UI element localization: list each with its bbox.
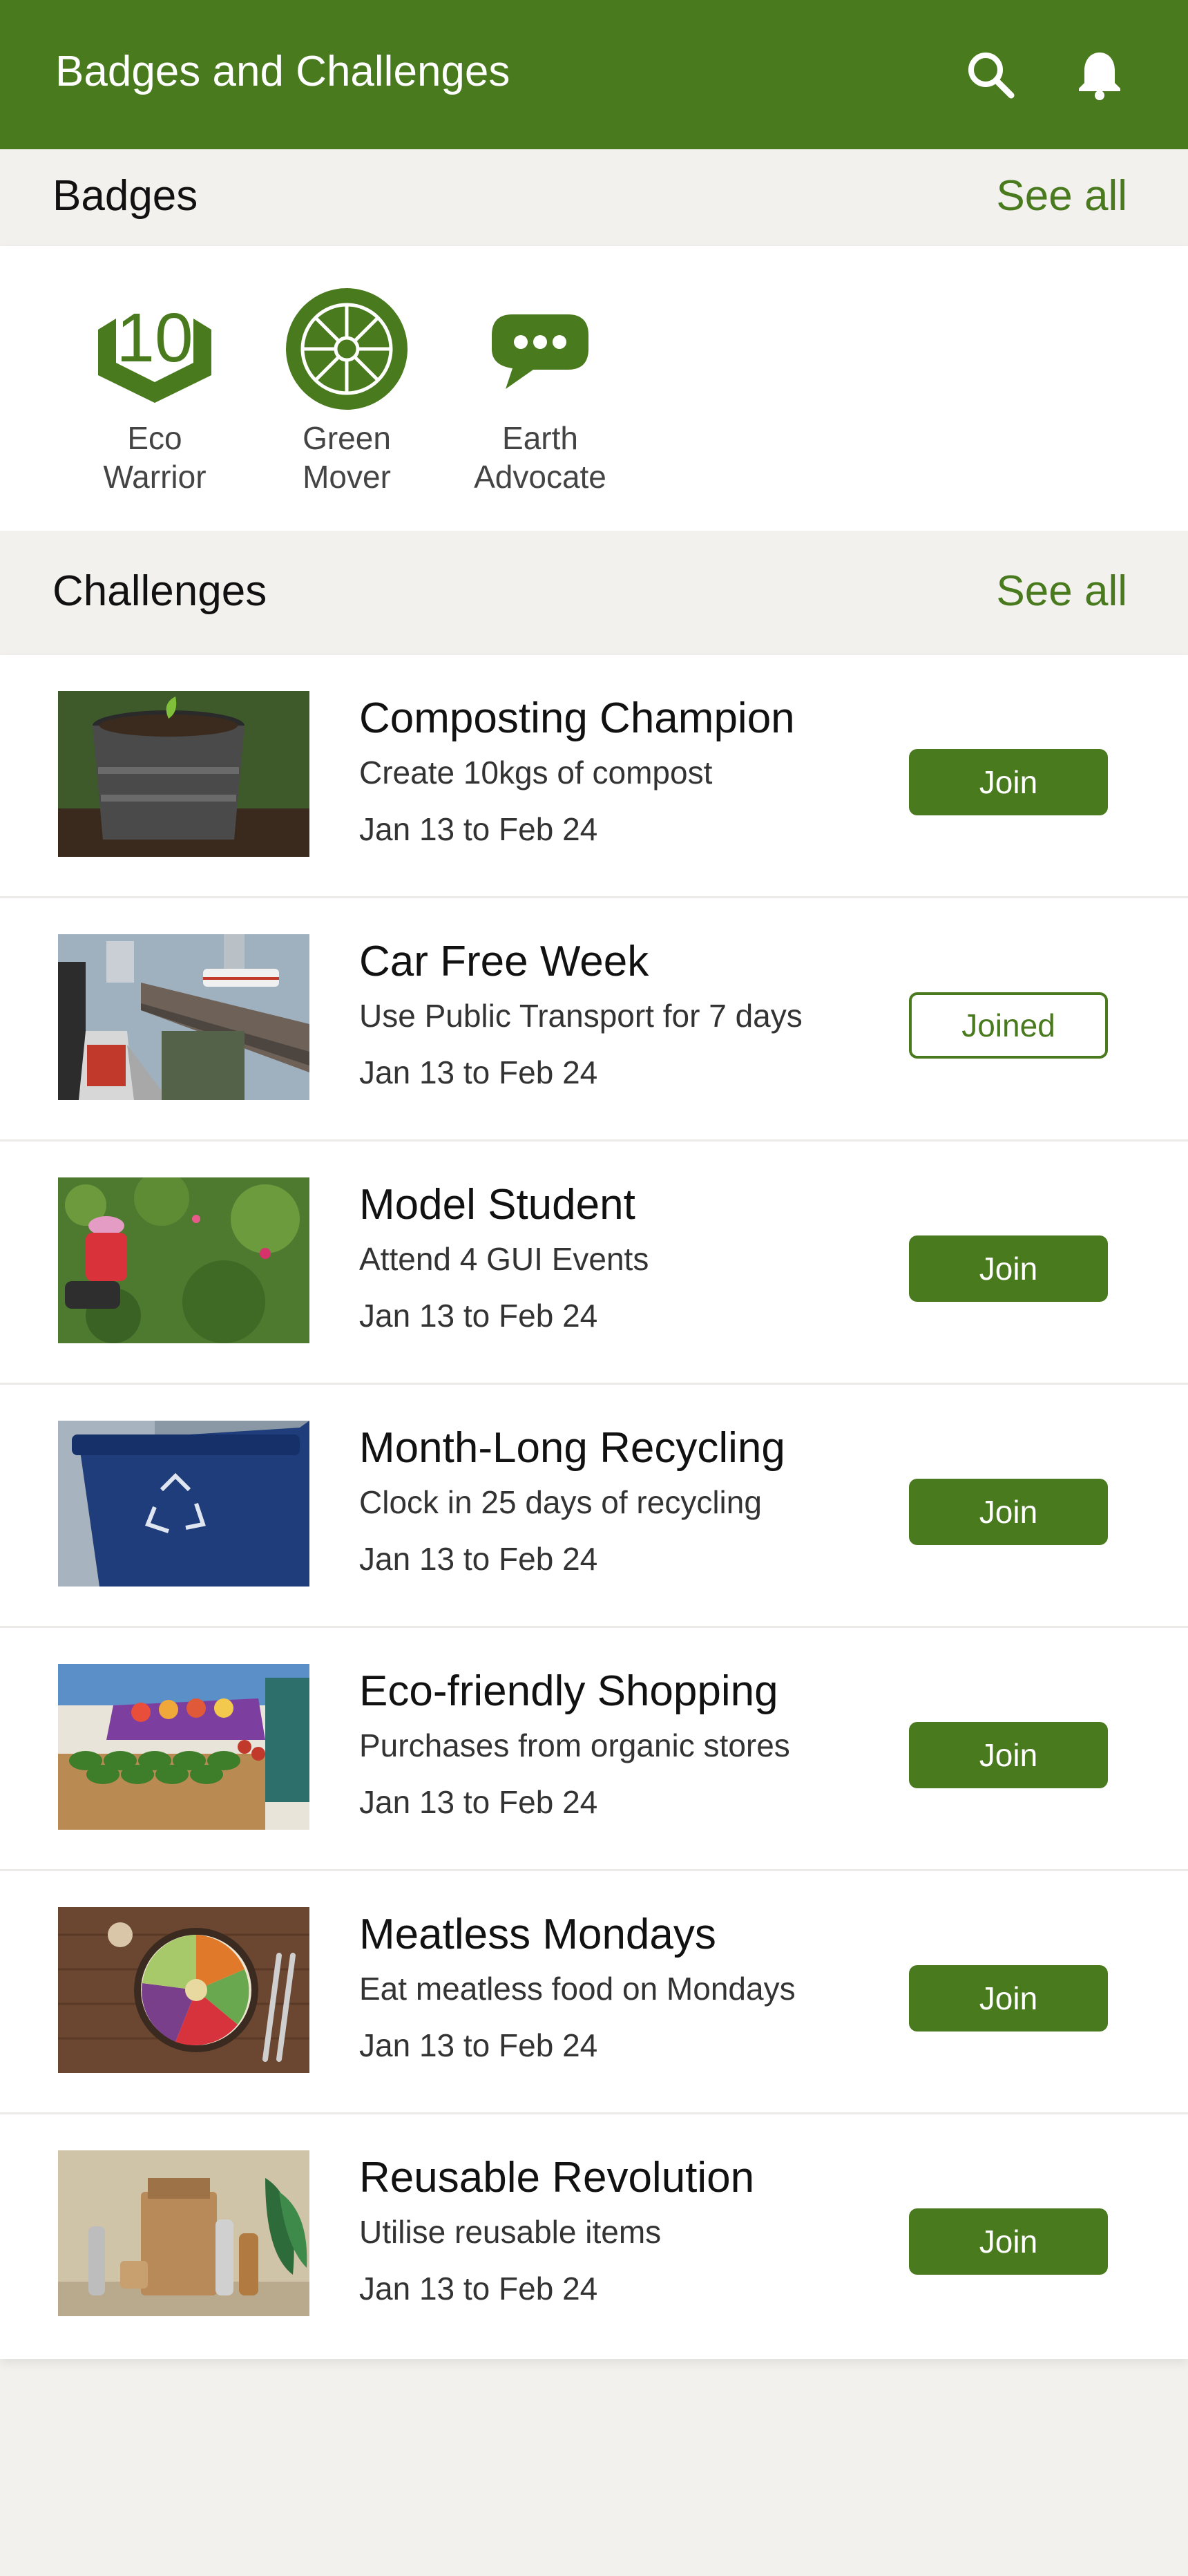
challenge-date: Jan 13 to Feb 24	[359, 1054, 598, 1090]
joined-button[interactable]: Joined	[909, 992, 1108, 1059]
challenge-title: Reusable Revolution	[359, 2154, 755, 2201]
badge-green-mover[interactable]: Green Mover	[264, 283, 430, 496]
badge-name: Eco Warrior	[103, 420, 207, 495]
challenge-date: Jan 13 to Feb 24	[359, 2271, 598, 2307]
join-button[interactable]: Join	[909, 1479, 1108, 1545]
challenge-image	[58, 691, 309, 857]
challenge-image	[58, 1664, 309, 1830]
badges-header: Badges See all	[0, 149, 1188, 246]
eco-warrior-badge-icon: 10	[98, 299, 211, 403]
challenge-description: Attend 4 GUI Events	[359, 1241, 649, 1277]
badge-name: Green Mover	[303, 420, 391, 495]
challenge-description: Utilise reusable items	[359, 2214, 662, 2250]
join-button[interactable]: Join	[909, 1965, 1108, 2032]
join-button[interactable]: Join	[909, 1722, 1108, 1788]
challenge-title: Car Free Week	[359, 938, 649, 985]
challenge-date: Jan 13 to Feb 24	[359, 1784, 598, 1820]
challenge-title: Eco-friendly Shopping	[359, 1667, 778, 1715]
challenge-row[interactable]: Model Student Attend 4 GUI Events Jan 13…	[0, 1142, 1188, 1385]
challenge-title: Month-Long Recycling	[359, 1424, 785, 1472]
search-icon	[968, 53, 1015, 99]
challenge-image	[58, 1177, 309, 1343]
challenge-title: Composting Champion	[359, 694, 795, 742]
challenge-image	[58, 1907, 309, 2073]
challenge-row[interactable]: Eco-friendly Shopping Purchases from org…	[0, 1628, 1188, 1871]
bell-icon	[1079, 53, 1120, 100]
challenges-see-all-link[interactable]: See all	[996, 567, 1127, 616]
challenge-description: Clock in 25 days of recycling	[359, 1484, 762, 1520]
challenges-list: Composting Champion Create 10kgs of comp…	[0, 655, 1188, 2359]
challenge-title: Meatless Mondays	[359, 1911, 716, 1958]
challenge-date: Jan 13 to Feb 24	[359, 1298, 598, 1334]
challenges-header: Challenges See all	[0, 531, 1188, 655]
challenge-image	[58, 2150, 309, 2316]
challenge-image	[58, 934, 309, 1100]
challenge-date: Jan 13 to Feb 24	[359, 1541, 598, 1577]
wheel-badge-icon	[286, 288, 408, 410]
badge-eco-warrior[interactable]: 10 Eco Warrior	[72, 283, 238, 496]
challenge-description: Purchases from organic stores	[359, 1727, 790, 1763]
badges-title: Badges	[52, 172, 198, 220]
join-button[interactable]: Join	[909, 2208, 1108, 2275]
challenge-row[interactable]: Meatless Mondays Eat meatless food on Mo…	[0, 1871, 1188, 2114]
challenge-description: Use Public Transport for 7 days	[359, 998, 803, 1034]
badge-name: Earth Advocate	[474, 420, 606, 495]
badge-earth-advocate[interactable]: Earth Advocate	[457, 283, 623, 496]
badges-panel: 10 Eco Warrior Green Mover Earth Advocat…	[0, 246, 1188, 531]
challenge-row[interactable]: Reusable Revolution Utilise reusable ite…	[0, 2114, 1188, 2358]
badge-number: 10	[116, 299, 193, 377]
challenge-image	[58, 1421, 309, 1587]
challenge-description: Eat meatless food on Mondays	[359, 1971, 796, 2007]
challenge-row[interactable]: Composting Champion Create 10kgs of comp…	[0, 655, 1188, 898]
challenge-title: Model Student	[359, 1181, 635, 1229]
challenge-date: Jan 13 to Feb 24	[359, 2027, 598, 2063]
challenge-description: Create 10kgs of compost	[359, 755, 713, 790]
challenge-date: Jan 13 to Feb 24	[359, 811, 598, 847]
notifications-button[interactable]	[1066, 41, 1133, 108]
search-button[interactable]	[957, 41, 1024, 108]
speech-bubble-badge-icon	[492, 314, 588, 389]
challenges-title: Challenges	[52, 567, 267, 615]
join-button[interactable]: Join	[909, 1235, 1108, 1302]
page-title: Badges and Challenges	[55, 48, 510, 95]
app-bar: Badges and Challenges	[0, 0, 1188, 149]
join-button[interactable]: Join	[909, 749, 1108, 815]
badges-see-all-link[interactable]: See all	[996, 171, 1127, 220]
challenge-row[interactable]: Month-Long Recycling Clock in 25 days of…	[0, 1385, 1188, 1628]
challenge-row[interactable]: Car Free Week Use Public Transport for 7…	[0, 898, 1188, 1142]
